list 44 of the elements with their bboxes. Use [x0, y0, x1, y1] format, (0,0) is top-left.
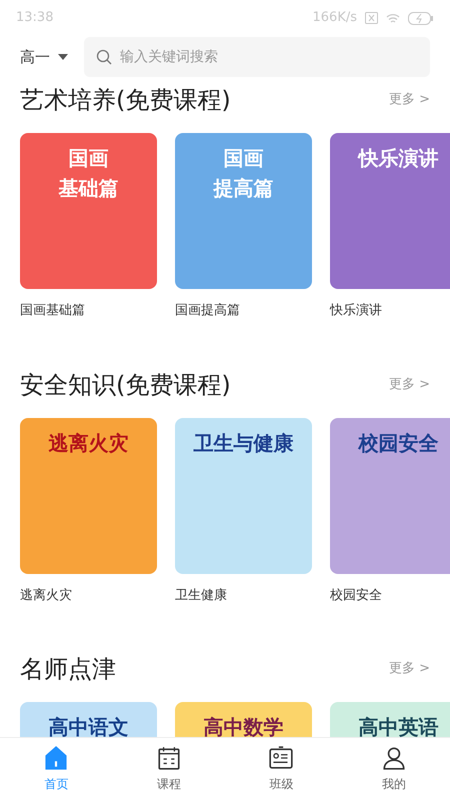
battery-icon — [408, 12, 434, 24]
course-cover[interactable]: 卫生与健康 — [175, 418, 312, 574]
id-card-icon — [268, 745, 294, 771]
course-name[interactable]: 校园安全 — [330, 586, 450, 605]
section-title: 安全知识(免费课程) — [20, 370, 231, 400]
course-name[interactable]: 卫生健康 — [175, 586, 312, 605]
course-cover[interactable]: 高中语文 — [20, 702, 157, 737]
user-icon — [380, 745, 407, 771]
section-title: 名师点津 — [20, 654, 116, 685]
search-icon — [96, 49, 112, 65]
nav-tab[interactable]: 课程 — [112, 738, 225, 800]
course-name[interactable]: 国画提高篇 — [175, 301, 312, 320]
cover-title: 国画 — [68, 145, 108, 172]
cover-title: 基础篇 — [58, 175, 118, 202]
cover-title: 高中语文 — [48, 714, 128, 737]
nav-tab[interactable]: 首页 — [0, 738, 112, 800]
course-cover[interactable]: 高中英语 — [330, 702, 450, 737]
course-cover[interactable]: 国画 基础篇 — [20, 133, 157, 289]
cover-title: 提高篇 — [214, 175, 274, 202]
cover-title: 逃离火灾 — [48, 430, 128, 456]
course-cover[interactable]: 快乐演讲 — [330, 133, 450, 289]
cover-title: 校园安全 — [358, 430, 438, 456]
course-name[interactable]: 快乐演讲 — [330, 301, 450, 320]
course-name[interactable]: 国画基础篇 — [20, 301, 157, 320]
cover-title: 高中数学 — [204, 714, 284, 737]
caret-icon — [58, 54, 68, 60]
wifi-icon — [386, 12, 400, 24]
cover-title: 卫生与健康 — [194, 430, 294, 456]
course-cover[interactable]: 高中数学 — [175, 702, 312, 737]
nav-tab[interactable]: 班级 — [225, 738, 338, 800]
course-cover[interactable]: 逃离火灾 — [20, 418, 157, 574]
course-name[interactable]: 逃离火灾 — [20, 586, 157, 605]
course-cover[interactable]: 校园安全 — [330, 418, 450, 574]
cover-title: 快乐演讲 — [358, 145, 438, 172]
nav-tab[interactable]: 我的 — [338, 738, 450, 800]
section-title: 艺术培养(免费课程) — [20, 85, 231, 116]
grade-selector[interactable]: 高一 — [20, 46, 68, 68]
search-input[interactable]: 输入关键词搜索 — [120, 46, 418, 68]
cover-title: 高中英语 — [358, 714, 438, 737]
calendar-icon — [156, 745, 182, 771]
search-field[interactable]: 输入关键词搜索 — [84, 37, 430, 77]
sim-icon — [365, 12, 378, 24]
cover-title: 国画 — [224, 145, 264, 172]
home-icon — [43, 745, 70, 771]
